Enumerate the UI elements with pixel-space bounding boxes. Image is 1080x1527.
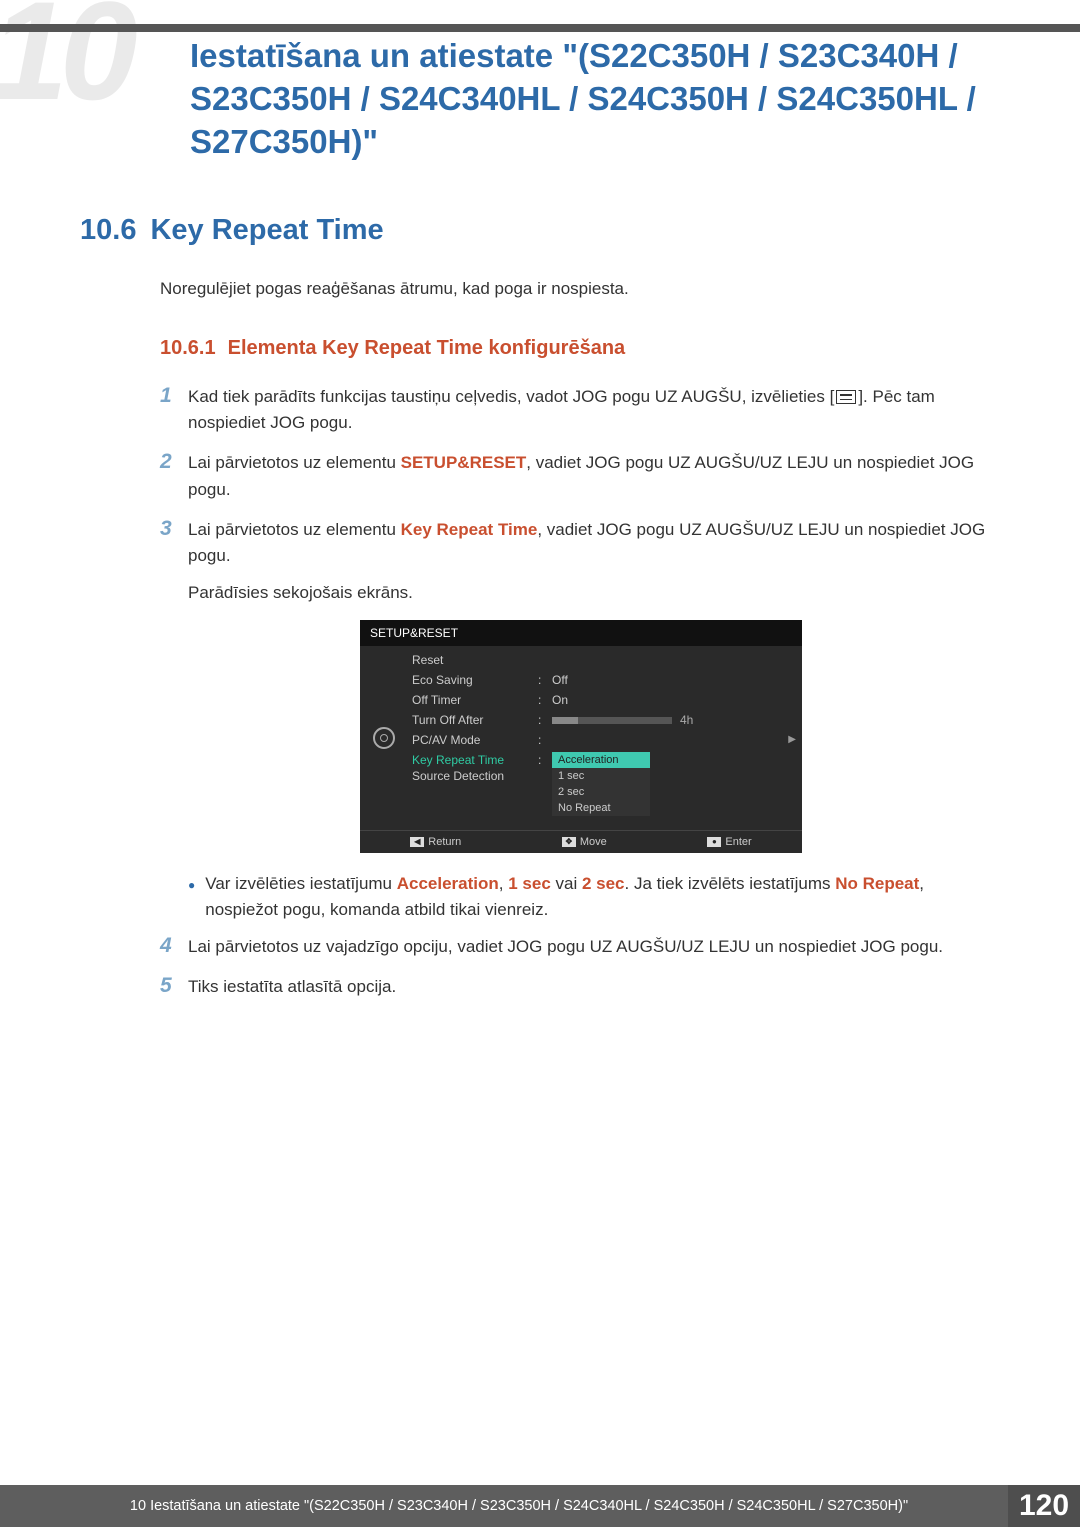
step-4: 4 Lai pārvietotos uz vajadzīgo opciju, v… xyxy=(160,934,1000,960)
osd-row-off-timer: Off Timer : On xyxy=(408,690,802,710)
osd-row-turn-off: Turn Off After : 4h xyxy=(408,710,802,730)
bullet-icon: ● xyxy=(188,871,195,924)
text-run: Lai pārvietotos uz elementu xyxy=(188,520,401,539)
osd-sidebar xyxy=(360,646,408,830)
slider-value: 4h xyxy=(680,713,693,727)
key-icon: ● xyxy=(707,837,721,847)
osd-label: PC/AV Mode xyxy=(408,733,538,747)
osd-colon: : xyxy=(538,733,552,747)
osd-value: Acceleration 1 sec 2 sec No Repeat xyxy=(552,753,802,763)
osd-row-reset: Reset xyxy=(408,650,802,670)
osd-footer-label: Enter xyxy=(725,836,751,848)
step-text: Lai pārvietotos uz elementu Key Repeat T… xyxy=(188,517,1000,606)
step-number: 3 xyxy=(160,517,188,606)
step-2: 2 Lai pārvietotos uz elementu SETUP&RESE… xyxy=(160,450,1000,503)
emphasis: 1 sec xyxy=(508,874,551,893)
step-text: Lai pārvietotos uz vajadzīgo opciju, vad… xyxy=(188,934,1000,960)
dropdown-item: Acceleration xyxy=(552,752,650,768)
text-run: vai xyxy=(551,874,582,893)
key-icon: ✥ xyxy=(562,837,576,847)
osd-footer-return: ◀ Return xyxy=(410,836,461,848)
osd-row-key-repeat: Key Repeat Time : Acceleration 1 sec 2 s… xyxy=(408,750,802,766)
dropdown-item: 1 sec xyxy=(552,768,650,784)
text-run: , xyxy=(499,874,508,893)
osd-label: Source Detection xyxy=(408,769,538,783)
bullet-note: ● Var izvēlēties iestatījumu Acceleratio… xyxy=(188,871,1000,924)
osd-value: 4h xyxy=(552,713,802,727)
step-1: 1 Kad tiek parādīts funkcijas taustiņu c… xyxy=(160,384,1000,437)
osd-row-pcav: PC/AV Mode : ▶ xyxy=(408,730,802,750)
dropdown-item: 2 sec xyxy=(552,784,650,800)
osd-footer-label: Move xyxy=(580,836,607,848)
section-number: 10.6 xyxy=(80,214,136,246)
text-run: Var izvēlēties iestatījumu xyxy=(205,874,396,893)
subsection-heading: 10.6.1 Elementa Key Repeat Time konfigurē… xyxy=(160,337,1000,360)
menu-icon xyxy=(836,390,856,404)
osd-dropdown: Acceleration 1 sec 2 sec No Repeat xyxy=(552,752,650,816)
dropdown-item: No Repeat xyxy=(552,800,650,816)
step-3: 3 Lai pārvietotos uz elementu Key Repeat… xyxy=(160,517,1000,606)
osd-colon: : xyxy=(538,713,552,727)
chevron-right-icon: ▶ xyxy=(788,734,796,745)
text-run: Parādīsies sekojošais ekrāns. xyxy=(188,583,413,602)
page-number: 120 xyxy=(1008,1485,1080,1527)
osd-value: ▶ xyxy=(552,733,802,747)
osd-label: Off Timer xyxy=(408,693,538,707)
emphasis: 2 sec xyxy=(582,874,625,893)
step-5: 5 Tiks iestatīta atlasītā opcija. xyxy=(160,974,1000,1000)
osd-title: SETUP&RESET xyxy=(360,620,802,646)
section-heading: 10.6 Key Repeat Time xyxy=(80,214,1000,247)
subsection-number: 10.6.1 xyxy=(160,337,216,359)
slider-fill xyxy=(552,717,578,724)
page-footer: 10 Iestatīšana un atiestate "(S22C350H /… xyxy=(0,1485,1080,1527)
gear-icon xyxy=(373,727,395,749)
osd-label: Reset xyxy=(408,653,538,667)
section-title: Key Repeat Time xyxy=(150,214,383,246)
slider-track xyxy=(552,717,672,724)
osd-footer-label: Return xyxy=(428,836,461,848)
subsection-title: Elementa Key Repeat Time konfigurēšana xyxy=(228,337,626,359)
text-run: Kad tiek parādīts funkcijas taustiņu ceļ… xyxy=(188,387,834,406)
osd-label: Turn Off After xyxy=(408,713,538,727)
emphasis: No Repeat xyxy=(835,874,919,893)
osd-colon: : xyxy=(538,693,552,707)
emphasis: Key Repeat Time xyxy=(401,520,538,539)
osd-colon: : xyxy=(538,753,552,763)
osd-colon: : xyxy=(538,673,552,687)
step-text: Tiks iestatīta atlasītā opcija. xyxy=(188,974,1000,1000)
chapter-title: Iestatīšana un atiestate "(S22C350H / S2… xyxy=(0,0,1080,164)
step-number: 5 xyxy=(160,974,188,1000)
osd-footer: ◀ Return ✥ Move ● Enter xyxy=(360,830,802,853)
osd-label: Key Repeat Time xyxy=(408,753,538,763)
key-icon: ◀ xyxy=(410,837,424,847)
step-text: Lai pārvietotos uz elementu SETUP&RESET,… xyxy=(188,450,1000,503)
step-text: Kad tiek parādīts funkcijas taustiņu ceļ… xyxy=(188,384,1000,437)
footer-text: 10 Iestatīšana un atiestate "(S22C350H /… xyxy=(30,1498,1008,1514)
step-number: 2 xyxy=(160,450,188,503)
step-number: 1 xyxy=(160,384,188,437)
bullet-text: Var izvēlēties iestatījumu Acceleration,… xyxy=(205,871,1000,924)
text-run: . Ja tiek izvēlēts iestatījums xyxy=(625,874,836,893)
emphasis: Acceleration xyxy=(397,874,499,893)
section-intro: Noregulējiet pogas reaģēšanas ātrumu, ka… xyxy=(160,279,1000,299)
osd-footer-enter: ● Enter xyxy=(707,836,751,848)
osd-value: On xyxy=(552,693,802,707)
osd-footer-move: ✥ Move xyxy=(562,836,607,848)
osd-row-eco: Eco Saving : Off xyxy=(408,670,802,690)
text-run: Lai pārvietotos uz elementu xyxy=(188,453,401,472)
step-number: 4 xyxy=(160,934,188,960)
osd-value: Off xyxy=(552,673,802,687)
emphasis: SETUP&RESET xyxy=(401,453,527,472)
osd-label: Eco Saving xyxy=(408,673,538,687)
osd-screenshot: SETUP&RESET Reset Eco Saving : Off Off T xyxy=(360,620,802,853)
